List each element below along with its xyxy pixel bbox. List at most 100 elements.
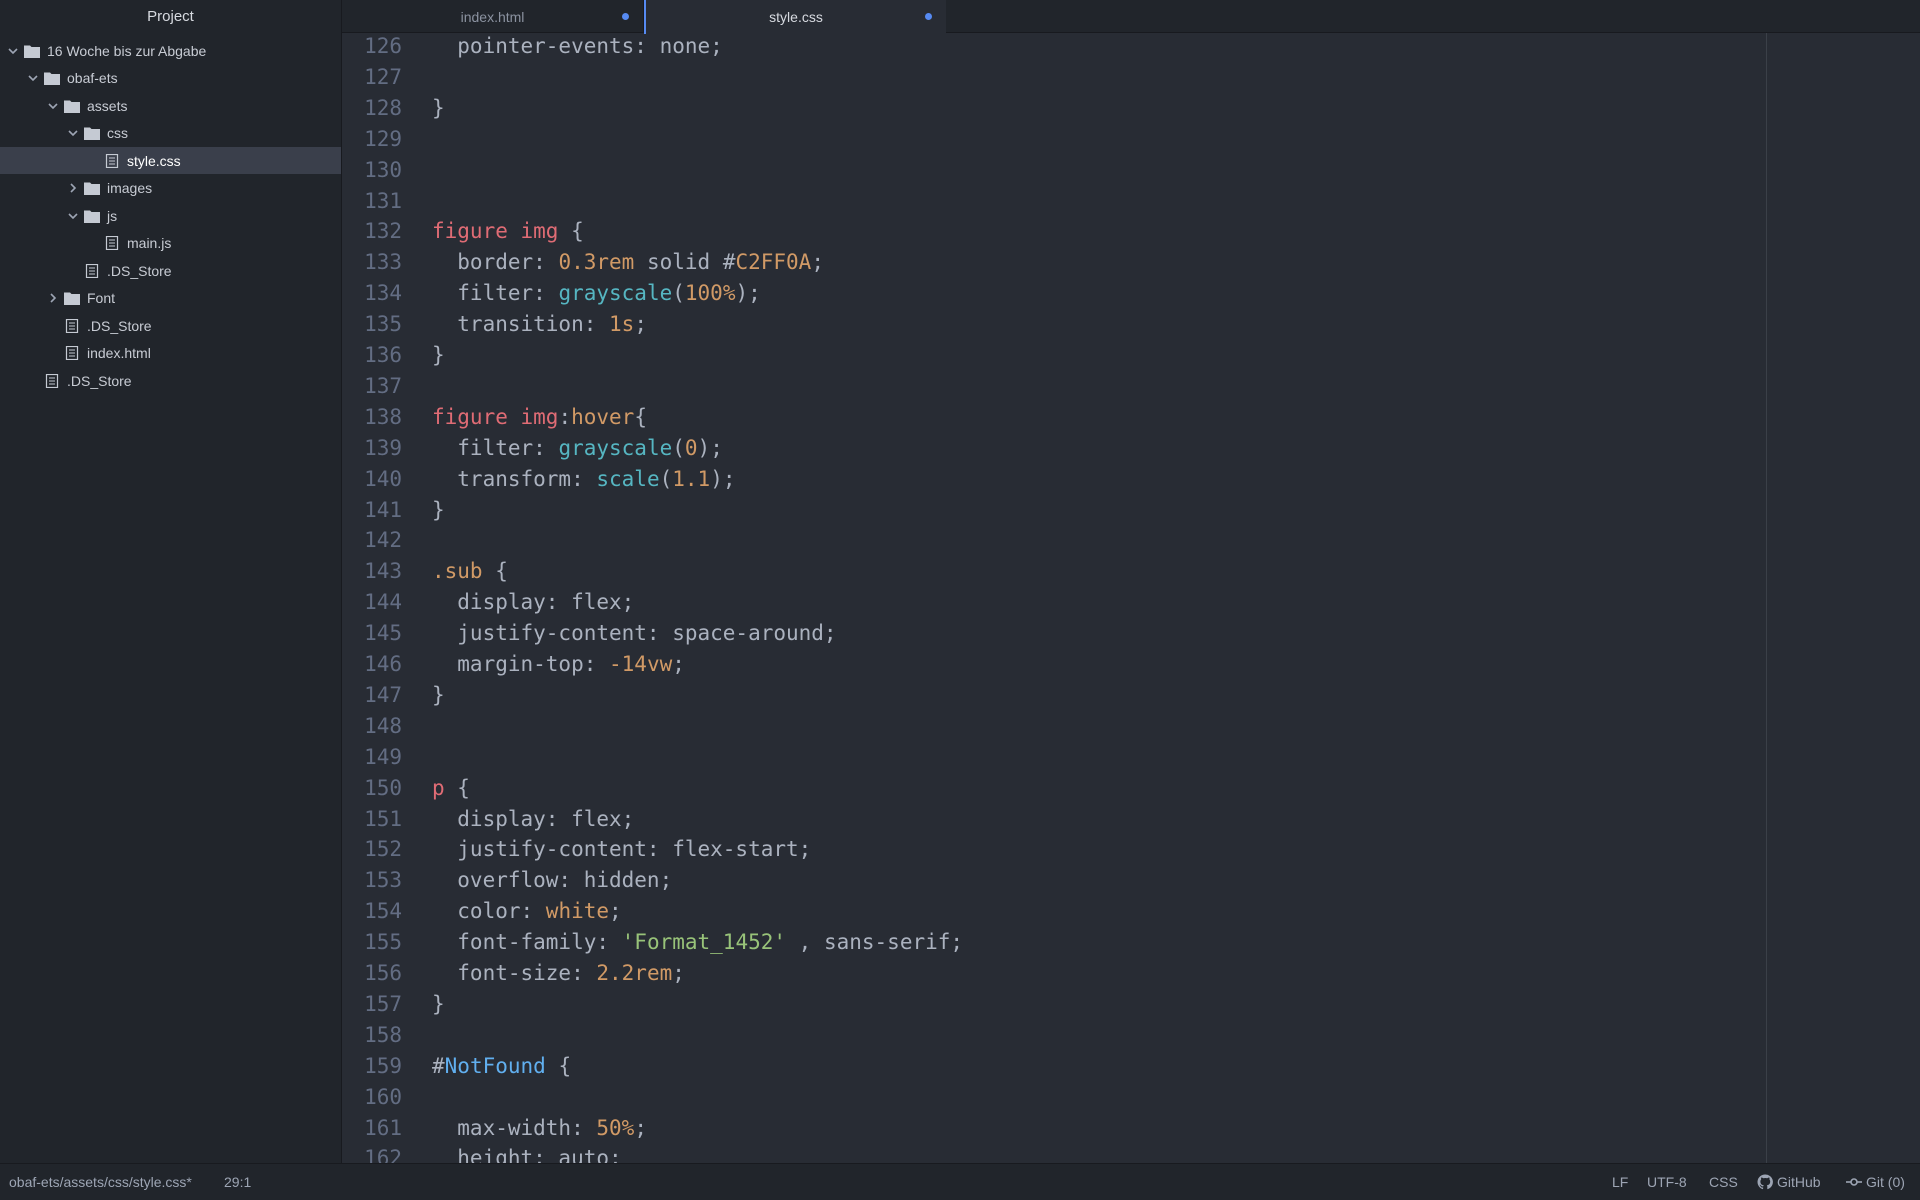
- code-token: #: [432, 1053, 445, 1078]
- line-number: 132: [364, 219, 402, 244]
- code-text: p {: [432, 773, 470, 804]
- code-token: );: [735, 281, 761, 306]
- code-text: }: [432, 340, 445, 371]
- code-token: 50%: [596, 1115, 635, 1140]
- code-token: }: [432, 497, 445, 522]
- status-git-label: Git (0): [1866, 1174, 1905, 1190]
- code-token: justify-content: flex-start;: [432, 837, 812, 862]
- tree-file[interactable]: .DS_Store: [0, 257, 341, 284]
- line-number: 154: [364, 899, 402, 924]
- code-text: filter: grayscale(0);: [432, 433, 723, 464]
- code-text: display: flex;: [432, 587, 634, 618]
- tree-item-label: .DS_Store: [87, 317, 152, 334]
- code-editor[interactable]: 126 pointer-events: none; 127 128} 129 130 13…: [342, 33, 1920, 1163]
- project-sidebar: Project 16 Woche bis zur Abgabe obaf-ets a…: [0, 0, 342, 1163]
- chevron-down-icon[interactable]: [26, 71, 40, 85]
- status-github[interactable]: GitHub: [1757, 1174, 1821, 1190]
- code-token: max-width:: [432, 1115, 597, 1140]
- code-token: 1.1: [672, 466, 711, 491]
- code-token: overflow: hidden;: [432, 868, 673, 893]
- status-line-ending[interactable]: LF: [1612, 1174, 1628, 1190]
- line-number: 131: [364, 188, 402, 213]
- code-text: figure img:hover{: [432, 402, 647, 433]
- tree-file[interactable]: .DS_Store: [0, 367, 341, 394]
- tree-file[interactable]: .DS_Store: [0, 312, 341, 339]
- code-token: 'Format_1452': [621, 930, 787, 955]
- tree-folder[interactable]: css: [0, 120, 341, 147]
- github-icon: [1757, 1174, 1773, 1190]
- tree-file[interactable]: style.css: [0, 147, 341, 174]
- code-token: figure img: [432, 219, 559, 244]
- code-token: font-size:: [432, 961, 597, 985]
- line-number: 149: [364, 744, 402, 769]
- tab-style-css[interactable]: style.css: [644, 0, 946, 34]
- code-token: font-family:: [432, 930, 622, 955]
- chevron-down-icon[interactable]: [66, 209, 80, 223]
- code-token: margin-top:: [432, 652, 610, 676]
- tree-folder[interactable]: Font: [0, 285, 341, 312]
- status-grammar[interactable]: CSS: [1709, 1174, 1738, 1190]
- folder-icon: [84, 181, 100, 195]
- chevron-down-icon[interactable]: [66, 126, 80, 140]
- line-number: 144: [364, 590, 402, 615]
- tree-folder[interactable]: assets: [0, 92, 341, 119]
- code-token: }: [432, 682, 445, 707]
- tree-folder[interactable]: js: [0, 202, 341, 229]
- tab-index-html[interactable]: index.html: [342, 0, 644, 33]
- code-text: .sub {: [432, 556, 508, 587]
- tree-folder[interactable]: obaf-ets: [0, 65, 341, 92]
- status-cursor-position[interactable]: 29:1: [224, 1174, 251, 1190]
- code-token: }: [432, 343, 445, 367]
- code-token: ;: [811, 250, 824, 275]
- modified-indicator-icon: [622, 13, 629, 20]
- tree-folder[interactable]: images: [0, 175, 341, 202]
- tree-file[interactable]: main.js: [0, 230, 341, 257]
- line-number: 136: [364, 343, 402, 367]
- code-text: overflow: hidden;: [432, 865, 672, 896]
- line-number: 160: [364, 1084, 402, 1109]
- code-text: justify-content: space-around;: [432, 618, 836, 649]
- code-text: transition: 1s;: [432, 309, 647, 340]
- code-text: }: [432, 680, 445, 711]
- status-git[interactable]: Git (0): [1846, 1174, 1905, 1190]
- folder-icon: [64, 291, 80, 305]
- tab-label: index.html: [460, 8, 525, 25]
- line-number: 159: [364, 1053, 402, 1078]
- chevron-right-icon[interactable]: [66, 181, 80, 195]
- code-text: margin-top: -14vw;: [432, 649, 685, 680]
- line-number: 145: [364, 621, 402, 646]
- line-number: 140: [364, 466, 402, 491]
- code-token: (: [672, 435, 685, 460]
- code-token: {: [545, 1053, 572, 1078]
- code-token: NotFound: [444, 1053, 546, 1078]
- tree-item-label: main.js: [127, 235, 172, 251]
- chevron-right-icon[interactable]: [46, 291, 60, 305]
- line-number: 146: [364, 652, 402, 676]
- line-number: 135: [364, 312, 402, 337]
- code-token: figure img: [432, 404, 559, 429]
- tree-item-label: Font: [87, 290, 116, 306]
- line-number: 157: [364, 991, 402, 1016]
- status-encoding[interactable]: UTF-8: [1647, 1174, 1687, 1190]
- folder-icon: [24, 44, 40, 58]
- line-number: 128: [364, 95, 402, 120]
- code-text: height: auto;: [432, 1143, 621, 1163]
- code-text: figure img {: [432, 216, 584, 247]
- tree-folder[interactable]: 16 Woche bis zur Abgabe: [0, 37, 341, 64]
- status-file-path[interactable]: obaf-ets/assets/css/style.css*: [9, 1174, 192, 1190]
- modified-indicator-icon: [925, 13, 932, 20]
- code-token: p: [432, 775, 445, 800]
- chevron-down-icon[interactable]: [6, 44, 20, 58]
- code-text: display: flex;: [432, 804, 634, 835]
- chevron-down-icon[interactable]: [46, 99, 60, 113]
- code-token: -14vw: [609, 652, 673, 676]
- code-token: ;: [672, 652, 685, 676]
- code-text: font-family: 'Format_1452' , sans-serif;: [432, 927, 963, 958]
- code-token: ;: [609, 899, 622, 924]
- code-token: .sub: [432, 559, 483, 584]
- tree-file[interactable]: index.html: [0, 340, 341, 367]
- folder-icon: [84, 209, 100, 223]
- code-token: #: [722, 250, 736, 275]
- code-text: max-width: 50%;: [432, 1113, 647, 1144]
- tree-item-label: assets: [87, 97, 128, 114]
